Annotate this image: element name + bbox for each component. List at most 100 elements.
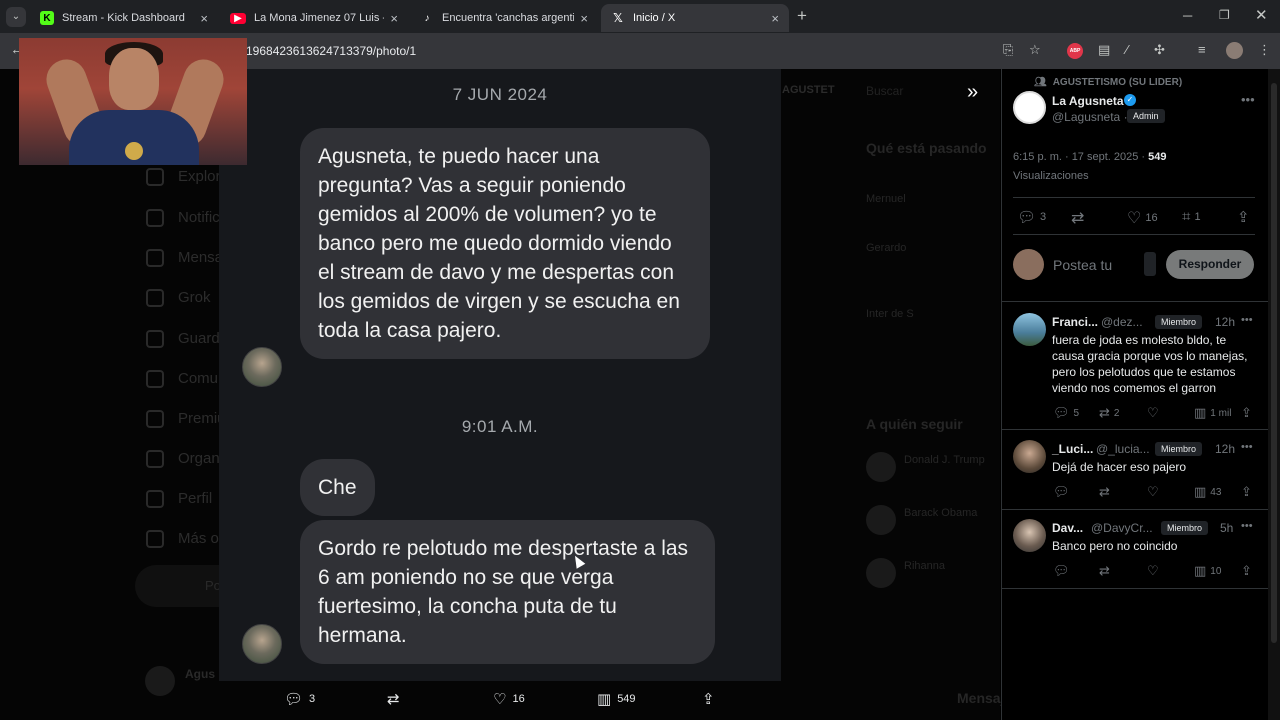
reply-repost-action[interactable]: ⇄ 2 (1099, 405, 1119, 421)
reply-views-action[interactable]: ▥ 43 (1194, 484, 1221, 500)
heart-icon: ♡ (1147, 405, 1159, 420)
reply-like-action[interactable]: ♡ (1147, 405, 1163, 421)
people-icon (146, 370, 164, 389)
extension-icon[interactable]: ▤ (1098, 42, 1110, 58)
suggested-dim-1: Donald J. Trump (904, 454, 985, 466)
collapse-panel-icon[interactable]: » (967, 81, 978, 104)
reply-handle[interactable]: @dez... (1101, 315, 1143, 329)
reply-handle[interactable]: @_lucia... (1096, 442, 1150, 456)
reply-author[interactable]: Franci... (1052, 315, 1098, 329)
tab-youtube[interactable]: ▶ La Mona Jimenez 07 Luis - YouTube × (220, 4, 408, 32)
views-chart-icon: ▥ (1194, 563, 1207, 578)
minimize-button[interactable]: ─ (1183, 8, 1192, 23)
reply-repost-action[interactable]: ⇄ (1099, 484, 1114, 500)
install-app-icon[interactable]: ⎘ (1003, 42, 1013, 58)
reply-views-action[interactable]: ▥ 10 (1194, 563, 1221, 579)
tab-search-button[interactable]: ⌄ (6, 7, 26, 27)
reply-compose-input[interactable]: Postea tu (1053, 257, 1112, 273)
role-badge: Admin (1127, 109, 1165, 123)
reply-handle[interactable]: @DavyCr... (1091, 521, 1153, 535)
close-icon[interactable]: × (200, 11, 208, 26)
suggested-avatar-2 (866, 505, 896, 535)
reply-author[interactable]: Dav... (1052, 521, 1083, 535)
repost-icon: ⇄ (1071, 210, 1085, 227)
restore-button[interactable]: ❐ (1219, 8, 1230, 22)
reply-action[interactable]: 💬︎ 3 (284, 690, 315, 708)
reply-like-action[interactable]: ♡ (1147, 563, 1163, 579)
post-share-action[interactable]: ⇪ (1237, 208, 1250, 226)
reply-share-action[interactable]: ⇪ (1241, 405, 1252, 421)
views-chart-icon: ▥ (1194, 405, 1207, 420)
chat-time: 9:01 A.M. (461, 417, 539, 436)
webcam-person-badge (125, 142, 143, 160)
browser-menu-icon[interactable]: ⋮ (1258, 42, 1271, 58)
window-close-button[interactable]: ✕ (1255, 6, 1268, 24)
more-options-icon[interactable]: ••• (1241, 314, 1253, 326)
repost-icon: ⇄ (1099, 563, 1110, 578)
reply-avatar[interactable] (1013, 440, 1046, 473)
close-icon[interactable]: × (390, 11, 398, 26)
media-control-icon[interactable]: ≡ (1198, 42, 1206, 57)
url-field[interactable]: 1968423613624713379/photo/1 (246, 39, 416, 63)
more-circle-icon (146, 530, 164, 549)
post-timestamp: 6:15 p. m. · 17 sept. 2025 · 549 (1013, 151, 1167, 163)
post-bookmark-action[interactable]: ⌗ 1 (1182, 208, 1201, 225)
author-name[interactable]: La Agusneta (1052, 94, 1124, 108)
views-action[interactable]: ▥ 549 (597, 690, 636, 708)
author-avatar[interactable] (1013, 91, 1046, 124)
tab-x[interactable]: 𝕏 Inicio / X × (601, 4, 789, 32)
reply-text: fuera de joda es molesto bldo, te causa … (1052, 333, 1248, 395)
views-label: Visualizaciones (1013, 170, 1089, 182)
repost-icon: ⇄ (1099, 405, 1110, 420)
more-options-icon[interactable]: ••• (1241, 441, 1253, 453)
browser-tab-bar: ⌄ K Stream - Kick Dashboard × ▶ La Mona … (0, 0, 1280, 33)
reply-time: 12h (1215, 442, 1236, 456)
community-label[interactable]: 👥︎ AGUSTETISMO (SU LIDER) (1034, 77, 1182, 88)
reply-repost-action[interactable]: ⇄ (1099, 563, 1114, 579)
more-options-icon[interactable]: ••• (1241, 520, 1253, 532)
reply-share-action[interactable]: ⇪ (1241, 563, 1252, 579)
search-icon (146, 168, 164, 187)
reply-reply-action[interactable]: 💬︎ (1053, 484, 1074, 500)
post-repost-action[interactable]: ⇄ (1071, 208, 1084, 228)
role-badge: Miembro (1155, 442, 1203, 456)
tab-tiktok[interactable]: ♪ Encuentra 'canchas argentinas' × (410, 4, 598, 32)
more-options-icon[interactable]: ••• (1241, 92, 1255, 107)
x-icon: 𝕏 (613, 11, 623, 25)
reply-time: 12h (1215, 315, 1236, 329)
new-tab-button[interactable]: + (797, 6, 807, 26)
reply-like-action[interactable]: ♡ (1147, 484, 1163, 500)
like-action[interactable]: ♡ 16 (493, 690, 525, 708)
photo-viewer[interactable]: 7 JUN 2024 Agusneta, te puedo hacer una … (219, 69, 781, 681)
nav-grok: Grok (146, 289, 211, 308)
reply-reply-action[interactable]: 💬︎ 5 (1053, 405, 1079, 421)
reply-avatar[interactable] (1013, 313, 1046, 346)
reply-button[interactable]: Responder (1166, 250, 1254, 279)
divider (1001, 429, 1268, 430)
extension-slash-icon[interactable]: ⁄ (1126, 42, 1128, 57)
chat-bubble: Che (300, 459, 375, 516)
views-chart-icon: ▥ (597, 691, 612, 708)
scrollbar-thumb[interactable] (1271, 83, 1277, 643)
close-icon[interactable]: × (580, 11, 588, 26)
bookmark-star-icon[interactable]: ☆ (1029, 42, 1041, 58)
extensions-puzzle-icon[interactable]: ✣ (1154, 42, 1165, 58)
community-tab-dim: AGUSTET (782, 84, 835, 96)
reply-avatar[interactable] (1013, 519, 1046, 552)
share-action[interactable]: ⇪ (702, 690, 715, 708)
post-reply-action[interactable]: 💬︎ 3 (1017, 208, 1046, 226)
reply-author[interactable]: _Luci... (1052, 442, 1093, 456)
reply-views-action[interactable]: ▥ 1 mil (1194, 405, 1231, 421)
reply-share-action[interactable]: ⇪ (1241, 484, 1252, 500)
author-handle[interactable]: @Lagusneta · (1052, 110, 1128, 124)
post-like-action[interactable]: ♡ 16 (1127, 208, 1158, 228)
tab-kick[interactable]: K Stream - Kick Dashboard × (30, 4, 218, 32)
scrollbar[interactable] (1268, 69, 1280, 720)
adblock-plus-icon[interactable]: ABP (1067, 43, 1083, 59)
profile-avatar[interactable] (1226, 42, 1243, 59)
reply-icon: 💬︎ (1053, 484, 1070, 499)
close-icon[interactable]: × (771, 11, 779, 26)
heart-icon: ♡ (1147, 563, 1159, 578)
reply-reply-action[interactable]: 💬︎ (1053, 563, 1074, 579)
repost-action[interactable]: ⇄ (387, 690, 406, 708)
